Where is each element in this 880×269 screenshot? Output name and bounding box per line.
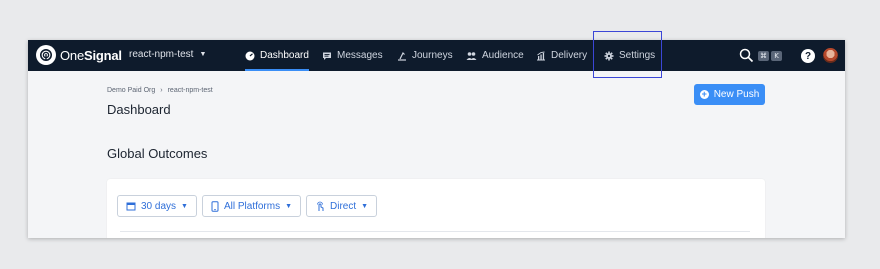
date-range-label: 30 days <box>141 200 177 212</box>
shortcut-key-command: ⌘ <box>758 50 769 61</box>
calendar-icon <box>126 202 136 211</box>
journeys-icon <box>398 51 406 61</box>
section-title: Global Outcomes <box>107 146 208 161</box>
nav-messages[interactable]: Messages <box>322 40 383 71</box>
attribution-label: Direct <box>330 200 357 212</box>
nav-messages-label: Messages <box>337 50 383 61</box>
dashboard-icon <box>245 51 255 60</box>
message-icon <box>323 52 331 60</box>
platform-label: All Platforms <box>223 200 281 212</box>
touch-icon <box>317 201 324 211</box>
nav-delivery[interactable]: Delivery <box>536 40 587 71</box>
nav-dashboard[interactable]: Dashboard <box>245 40 309 71</box>
chevron-right-icon: › <box>160 87 163 94</box>
breadcrumb: Demo Paid Org › react-npm-test <box>107 87 213 94</box>
caret-down-icon: ▼ <box>361 202 369 210</box>
audience-icon <box>466 51 477 60</box>
date-range-filter[interactable]: 30 days ▼ <box>117 195 197 217</box>
caret-down-icon: ▼ <box>199 51 207 58</box>
search-icon <box>739 48 754 63</box>
help-icon[interactable]: ? <box>801 49 815 63</box>
phone-icon <box>211 200 219 212</box>
nav-audience-label: Audience <box>482 50 524 61</box>
app-selector-value: react-npm-test <box>129 49 194 60</box>
brand-logo[interactable]: OneSignal <box>36 45 122 65</box>
gear-icon <box>604 51 614 60</box>
attribution-filter[interactable]: Direct ▼ <box>306 195 378 217</box>
outcomes-card: 30 days ▼ All Platforms ▼ Direct ▼ <box>107 179 765 238</box>
nav-delivery-label: Delivery <box>551 50 588 61</box>
breadcrumb-org[interactable]: Demo Paid Org <box>107 87 155 94</box>
avatar[interactable] <box>823 48 838 63</box>
nav-settings[interactable]: Settings <box>604 40 655 71</box>
page-title: Dashboard <box>107 102 171 117</box>
app-window: OneSignal react-npm-test ▼ Dashboard Mes… <box>28 40 845 238</box>
breadcrumb-app[interactable]: react-npm-test <box>168 87 213 94</box>
caret-down-icon: ▼ <box>181 202 188 210</box>
plus-circle-icon: + <box>699 89 709 99</box>
nav-dashboard-label: Dashboard <box>260 50 309 61</box>
nav-audience[interactable]: Audience <box>466 40 524 71</box>
platform-filter[interactable]: All Platforms ▼ <box>201 195 302 217</box>
nav-journeys-label: Journeys <box>412 50 453 61</box>
top-navigation-bar: OneSignal react-npm-test ▼ Dashboard Mes… <box>28 40 845 71</box>
brand-name: OneSignal <box>60 47 122 63</box>
shortcut-key-k: K <box>771 50 782 61</box>
nav-journeys[interactable]: Journeys <box>397 40 453 71</box>
search-area[interactable]: ⌘ K <box>739 40 782 71</box>
caret-down-icon: ▼ <box>285 202 293 210</box>
filter-bar: 30 days ▼ All Platforms ▼ Direct ▼ <box>117 195 378 217</box>
app-selector[interactable]: react-npm-test ▼ <box>129 49 206 60</box>
onesignal-logo-icon <box>36 45 56 65</box>
card-divider <box>120 231 750 232</box>
new-push-label: New Push <box>713 89 760 100</box>
new-push-button[interactable]: + New Push <box>694 84 765 105</box>
nav-settings-label: Settings <box>619 50 656 61</box>
delivery-icon <box>537 51 545 60</box>
